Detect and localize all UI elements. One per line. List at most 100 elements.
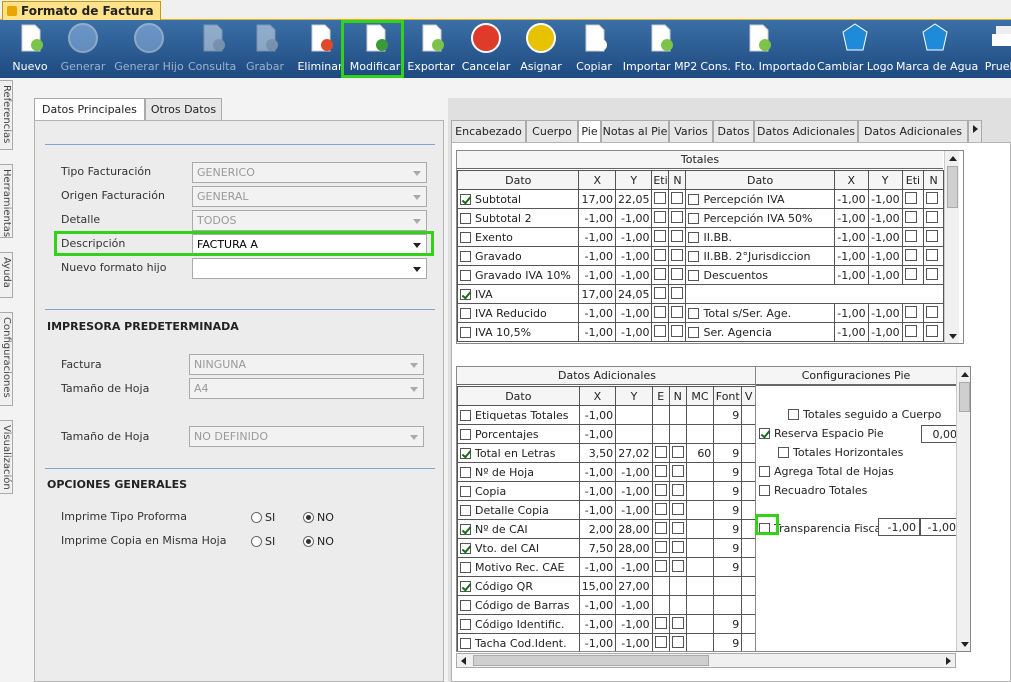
scroll-up-icon[interactable] — [949, 156, 957, 161]
e-cell[interactable] — [651, 595, 670, 615]
checkbox-icon[interactable] — [460, 307, 471, 319]
checkbox-icon[interactable] — [654, 540, 667, 553]
checkbox-icon[interactable] — [460, 504, 471, 516]
n-cell[interactable] — [668, 557, 687, 577]
toolbar-button-9[interactable]: Asignar — [517, 22, 565, 76]
n-cell[interactable] — [923, 227, 944, 247]
x-cell[interactable]: -1,00 — [578, 557, 617, 577]
font-cell[interactable]: 9 — [713, 481, 743, 501]
checkbox-icon[interactable] — [926, 191, 939, 204]
font-cell[interactable]: 9 — [713, 633, 743, 651]
horizontal-scrollbar[interactable] — [456, 653, 956, 668]
y-cell[interactable] — [615, 424, 653, 444]
n-cell[interactable] — [668, 208, 687, 228]
mc-cell[interactable] — [685, 595, 715, 615]
toolbar-button-12[interactable]: Cons. Fto. Importado — [700, 22, 816, 76]
totales-horizontales-checkbox[interactable]: Totales Horizontales — [778, 446, 903, 459]
checkbox-icon[interactable] — [688, 212, 700, 224]
font-cell[interactable]: 9 — [713, 462, 743, 482]
checkbox-icon[interactable] — [904, 229, 917, 242]
side-tab-visualizacion[interactable]: Visualización — [0, 420, 13, 494]
checkbox-icon[interactable] — [460, 231, 471, 243]
y-cell[interactable]: 27,00 — [615, 576, 653, 596]
agrega-total-hojas-checkbox[interactable]: Agrega Total de Hojas — [759, 465, 894, 478]
checkbox-icon[interactable] — [671, 267, 684, 280]
checkbox-icon[interactable] — [460, 269, 471, 281]
n-cell[interactable] — [668, 614, 687, 634]
v-cell[interactable] — [741, 481, 756, 501]
x-cell[interactable]: -1,00 — [578, 227, 616, 247]
x-cell[interactable]: -1,00 — [578, 614, 617, 634]
checkbox-icon[interactable] — [904, 210, 917, 223]
checkbox-icon[interactable] — [654, 483, 667, 496]
checkbox-icon[interactable] — [654, 521, 667, 534]
y-cell[interactable]: -1,00 — [615, 633, 653, 651]
scroll-right-icon[interactable] — [946, 657, 951, 665]
n-cell[interactable] — [923, 189, 944, 209]
checkbox-icon[interactable] — [460, 599, 471, 611]
checkbox-icon[interactable] — [671, 464, 684, 477]
checkbox-icon[interactable] — [671, 229, 684, 242]
eti-cell[interactable] — [901, 303, 925, 323]
e-cell[interactable] — [651, 405, 670, 425]
y-cell[interactable]: -1,00 — [867, 265, 903, 285]
checkbox-checked-icon[interactable] — [460, 580, 471, 592]
tab-datos-adicionales[interactable]: Datos Adicionales — [858, 120, 968, 142]
toolbar-button-14[interactable]: Marca de Agua — [896, 22, 978, 76]
tab-pie[interactable]: Pie — [578, 120, 601, 143]
checkbox-icon[interactable] — [926, 267, 939, 280]
tab-datos[interactable]: Datos — [713, 120, 754, 142]
checkbox-icon[interactable] — [671, 210, 684, 223]
eti-cell[interactable] — [901, 322, 925, 342]
mc-cell[interactable] — [685, 557, 715, 577]
v-cell[interactable] — [741, 500, 756, 520]
checkbox-icon[interactable] — [671, 324, 684, 337]
toolbar-button-7[interactable]: Exportar — [406, 22, 456, 76]
n-cell[interactable] — [668, 443, 687, 463]
checkbox-icon[interactable] — [460, 409, 471, 421]
tab-encabezado[interactable]: Encabezado — [451, 120, 526, 142]
copia-si-radio[interactable]: SI — [251, 535, 275, 548]
checkbox-icon[interactable] — [460, 485, 471, 497]
y-cell[interactable]: -1,00 — [615, 462, 653, 482]
x-cell[interactable]: -1,00 — [833, 303, 869, 323]
checkbox-checked-icon[interactable] — [460, 447, 471, 459]
checkbox-icon[interactable] — [671, 540, 684, 553]
font-cell[interactable]: 9 — [713, 405, 743, 425]
y-cell[interactable]: 24,05 — [614, 284, 653, 304]
checkbox-icon[interactable] — [688, 250, 700, 262]
toolbar-button-5[interactable]: Eliminar — [297, 22, 343, 76]
e-cell[interactable] — [651, 633, 670, 651]
n-cell[interactable] — [668, 227, 687, 247]
x-cell[interactable]: -1,00 — [578, 246, 616, 266]
x-cell[interactable]: -1,00 — [578, 462, 617, 482]
n-cell[interactable] — [923, 322, 944, 342]
n-cell[interactable] — [668, 538, 687, 558]
table-row[interactable]: Nº de CAI 2,00 28,00 9 — [457, 519, 756, 539]
y-cell[interactable]: -1,00 — [614, 227, 653, 247]
y-cell[interactable]: 27,02 — [615, 443, 653, 463]
font-cell[interactable] — [713, 595, 743, 615]
checkbox-icon[interactable] — [671, 248, 684, 261]
checkbox-icon[interactable] — [654, 324, 667, 337]
n-cell[interactable] — [923, 303, 944, 323]
checkbox-icon[interactable] — [904, 248, 917, 261]
tab-otros-datos[interactable]: Otros Datos — [144, 98, 223, 120]
scroll-thumb[interactable] — [947, 166, 958, 208]
x-cell[interactable]: -1,00 — [578, 208, 616, 228]
checkbox-icon[interactable] — [654, 210, 667, 223]
tab-datos-principales[interactable]: Datos Principales — [34, 98, 145, 121]
y-cell[interactable]: 28,00 — [615, 538, 653, 558]
table-row[interactable]: Motivo Rec. CAE -1,00 -1,00 9 — [457, 557, 756, 577]
e-cell[interactable] — [651, 519, 670, 539]
n-cell[interactable] — [668, 576, 687, 596]
checkbox-icon[interactable] — [904, 324, 917, 337]
x-cell[interactable]: 7,50 — [578, 538, 617, 558]
v-cell[interactable] — [741, 576, 756, 596]
checkbox-icon[interactable] — [460, 637, 471, 649]
n-cell[interactable] — [668, 189, 687, 209]
checkbox-icon[interactable] — [671, 191, 684, 204]
checkbox-icon[interactable] — [460, 250, 471, 262]
e-cell[interactable] — [651, 500, 670, 520]
checkbox-icon[interactable] — [460, 428, 471, 440]
